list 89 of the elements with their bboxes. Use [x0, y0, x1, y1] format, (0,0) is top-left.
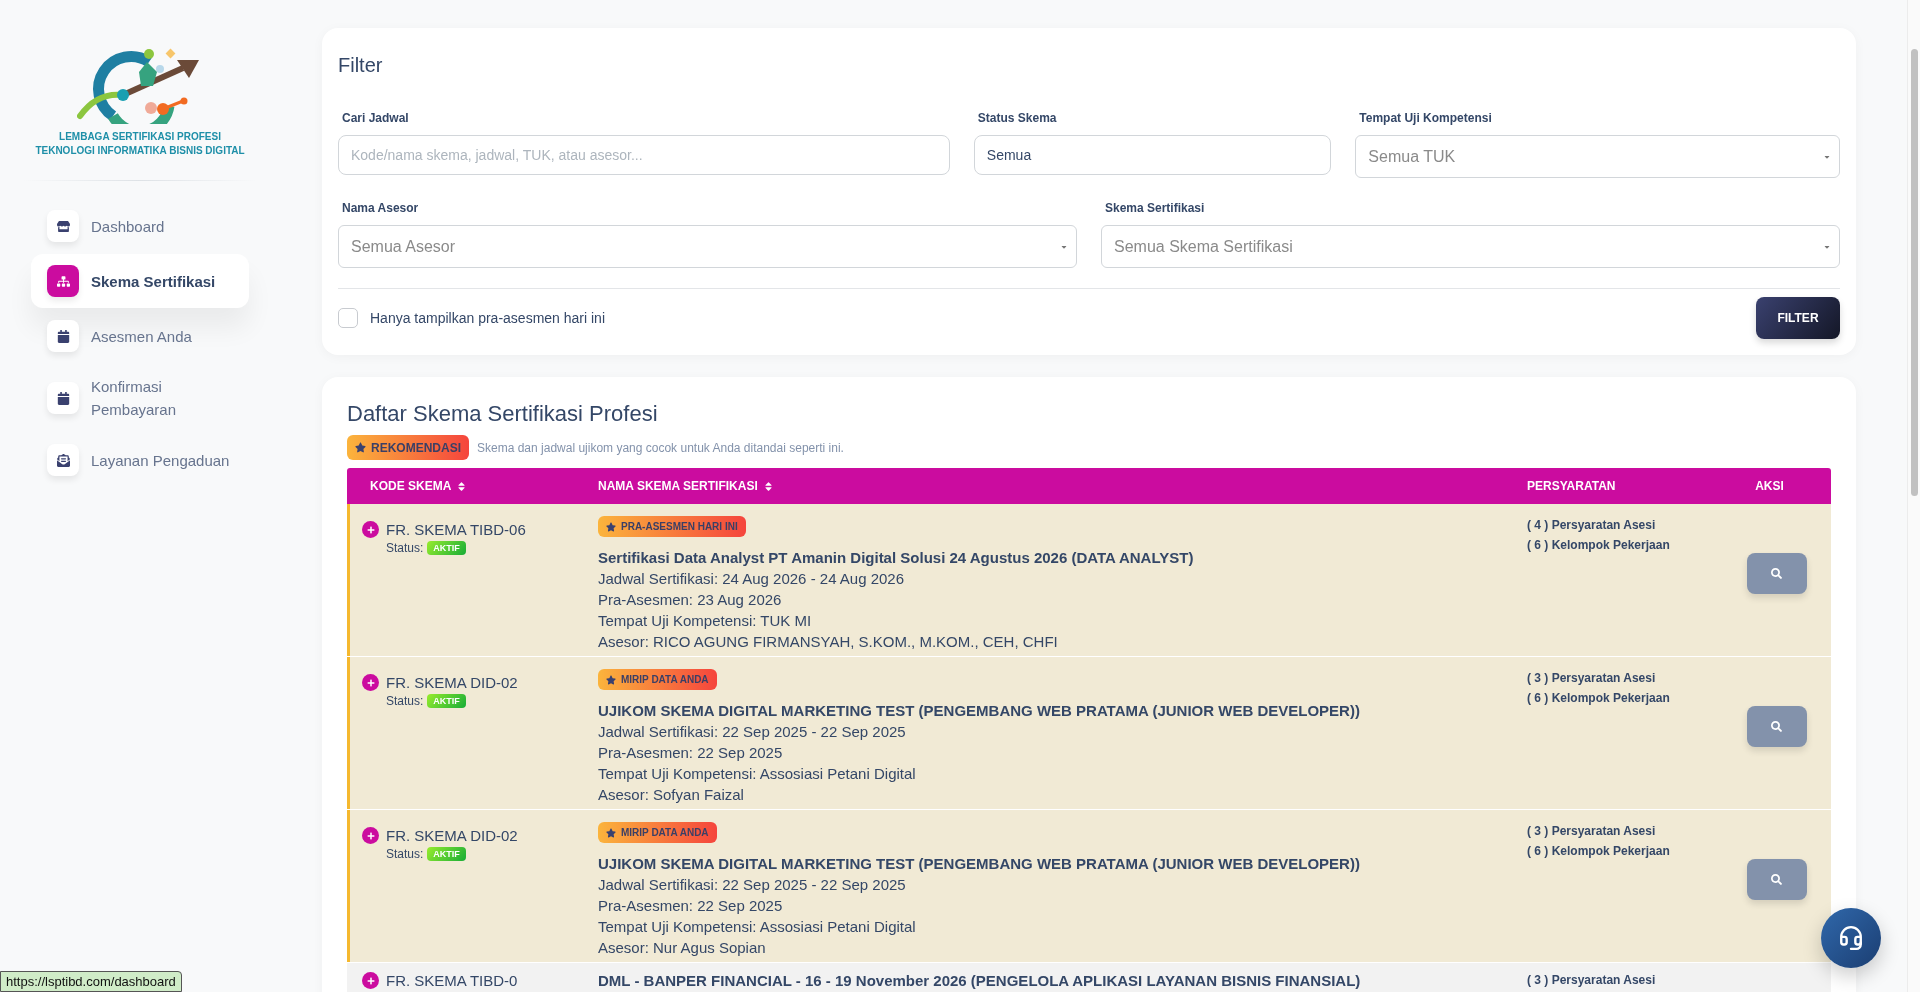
search-icon	[1771, 721, 1782, 732]
schedule-detail: Pra-Asesmen: 22 Sep 2025	[598, 743, 783, 763]
filter-button[interactable]: FILTER	[1756, 297, 1840, 339]
scheme-title: DML - BANPER FINANCIAL - 16 - 19 November 2026 (PENGELOLA APLIKASI LAYANAN BISNIS FINANSIAL)	[598, 971, 1361, 990]
expand-icon[interactable]	[362, 972, 379, 989]
expand-icon[interactable]	[362, 827, 379, 844]
schedule-detail: Jadwal Sertifikasi: 22 Sep 2025 - 22 Sep 2025	[598, 875, 906, 895]
requirement-text: ( 6 ) Kelompok Pekerjaan	[1527, 843, 1670, 860]
star-icon	[606, 521, 616, 532]
scheme-code: FR. SKEMA TIBD-0	[386, 971, 518, 990]
column-header[interactable]: NAMA SKEMA SERTIFIKASI	[586, 477, 1515, 495]
logo-text: LEMBAGA SERTIFIKASI PROFESI	[59, 130, 221, 144]
envelope-icon	[47, 444, 79, 476]
requirement-text: ( 4 ) Persyaratan Asesi	[1527, 517, 1656, 534]
scheme-code: FR. SKEMA DID-02	[386, 673, 518, 693]
sidebar-item[interactable]: Layanan Pengaduan	[31, 433, 249, 487]
search-icon	[1771, 568, 1782, 579]
sitemap-icon	[47, 265, 79, 297]
scheme-title: UJIKOM SKEMA DIGITAL MARKETING TEST (PENGEMBANG WEB PRATAMA (JUNIOR WEB DEVELOPER))	[598, 854, 1360, 874]
status-label: Status:	[386, 540, 424, 556]
scheme-code: FR. SKEMA DID-02	[386, 826, 518, 846]
requirement-text: ( 3 ) Persyaratan Asesi	[1527, 670, 1656, 687]
status-badge: AKTIF	[427, 847, 466, 861]
status-label: Status:	[386, 693, 424, 709]
checkbox[interactable]	[338, 308, 358, 328]
schedule-detail: Tempat Uji Kompetensi: Assosiasi Petani Digital	[598, 764, 916, 784]
scheme-title: UJIKOM SKEMA DIGITAL MARKETING TEST (PENGEMBANG WEB PRATAMA (JUNIOR WEB DEVELOPER))	[598, 701, 1360, 721]
requirement-text: ( 6 ) Kelompok Pekerjaan	[1527, 537, 1670, 554]
scheme-code: FR. SKEMA TIBD-06	[386, 520, 526, 540]
logo-text: TEKNOLOGI INFORMATIKA BISNIS DIGITAL	[35, 144, 245, 158]
schedule-detail: Tempat Uji Kompetensi: TUK MI	[598, 611, 812, 631]
search-icon	[1771, 874, 1782, 885]
schedule-detail: Asesor: RICO AGUNG FIRMANSYAH, S.KOM., M.KOM., CEH, CHFI	[598, 632, 1058, 652]
schedule-detail: Jadwal Sertifikasi: 22 Sep 2025 - 22 Sep 2025	[598, 722, 906, 742]
sort-icon	[763, 480, 773, 492]
schedule-detail: Asesor: Sofyan Faizal	[598, 785, 744, 805]
status-badge: AKTIF	[427, 541, 466, 555]
sidebar-item[interactable]: Skema Sertifikasi	[31, 254, 249, 308]
panel-title: Daftar Skema Sertifikasi Profesi	[347, 400, 659, 428]
schedule-detail: Pra-Asesmen: 22 Sep 2025	[598, 896, 783, 916]
support-button[interactable]	[1821, 908, 1881, 968]
status-badge: AKTIF	[427, 694, 466, 708]
sidebar-item[interactable]: Dashboard	[31, 199, 249, 253]
schedule-detail: Asesor: Nur Agus Sopian	[598, 938, 766, 958]
sort-icon	[457, 480, 467, 492]
sidebar-item[interactable]: Asesmen Anda	[31, 309, 249, 363]
dropdown-field[interactable]: Semua TUK	[1355, 135, 1840, 178]
field-label: Status Skema	[976, 110, 1058, 126]
dropdown-field[interactable]: Semua Asesor	[338, 225, 1077, 268]
store-icon	[47, 210, 79, 242]
text-field[interactable]: Semua	[973, 135, 1332, 175]
status-label: Status:	[386, 846, 424, 862]
star-icon	[606, 674, 616, 685]
dropdown-field[interactable]: Semua Skema Sertifikasi	[1101, 225, 1840, 268]
sidebar-item[interactable]: Konfirmasi Pembayaran	[31, 364, 249, 432]
column-header: PERSYARATAN	[1526, 478, 1617, 495]
field-label: Nama Asesor	[341, 200, 420, 216]
scheme-title: Sertifikasi Data Analyst PT Amanin Digital Solusi 24 Agustus 2026 (DATA ANALYST)	[598, 548, 1194, 568]
highlight-label: MIRIP DATA ANDA	[621, 673, 709, 687]
calendar-icon	[47, 382, 79, 414]
requirement-text: ( 3 ) Persyaratan Asesi	[1527, 972, 1656, 989]
search-button[interactable]	[1746, 859, 1807, 900]
column-header[interactable]: KODE SKEMA	[347, 477, 586, 495]
column-header: AKSI	[1754, 478, 1785, 495]
legend-text: Skema dan jadwal ujikom yang cocok untuk Anda ditandai seperti ini.	[477, 439, 844, 457]
headset-icon	[1838, 925, 1864, 951]
search-button[interactable]	[1746, 706, 1807, 747]
schedule-detail: Pra-Asesmen: 23 Aug 2026	[598, 590, 782, 610]
field-label: Skema Sertifikasi	[1104, 200, 1206, 216]
highlight-label: MIRIP DATA ANDA	[621, 826, 709, 840]
calendar-icon	[47, 320, 79, 352]
field-label: Cari Jadwal	[341, 110, 410, 126]
star-icon	[355, 442, 366, 453]
search-button[interactable]	[1746, 553, 1807, 594]
requirement-text: ( 6 ) Kelompok Pekerjaan	[1527, 690, 1670, 707]
field-label: Tempat Uji Kompetensi	[1358, 110, 1493, 126]
link-preview-url: https://lsptibd.com/dashboard	[0, 971, 182, 992]
expand-icon[interactable]	[362, 521, 379, 538]
text-field[interactable]: Kode/nama skema, jadwal, TUK, atau asesor...	[338, 135, 950, 175]
panel-title: Filter	[338, 53, 384, 78]
star-icon	[606, 827, 616, 838]
expand-icon[interactable]	[362, 674, 379, 691]
checkbox-label: Hanya tampilkan pra-asesmen hari ini	[370, 308, 605, 328]
recommendation-label: REKOMENDASI	[371, 439, 461, 457]
highlight-label: PRA-ASESMEN HARI INI	[621, 520, 738, 534]
schedule-detail: Jadwal Sertifikasi: 24 Aug 2026 - 24 Aug 2026	[598, 569, 905, 589]
requirement-text: ( 3 ) Persyaratan Asesi	[1527, 823, 1656, 840]
schedule-detail: Tempat Uji Kompetensi: Assosiasi Petani Digital	[598, 917, 916, 937]
scrollbar-thumb[interactable]	[1910, 49, 1918, 496]
